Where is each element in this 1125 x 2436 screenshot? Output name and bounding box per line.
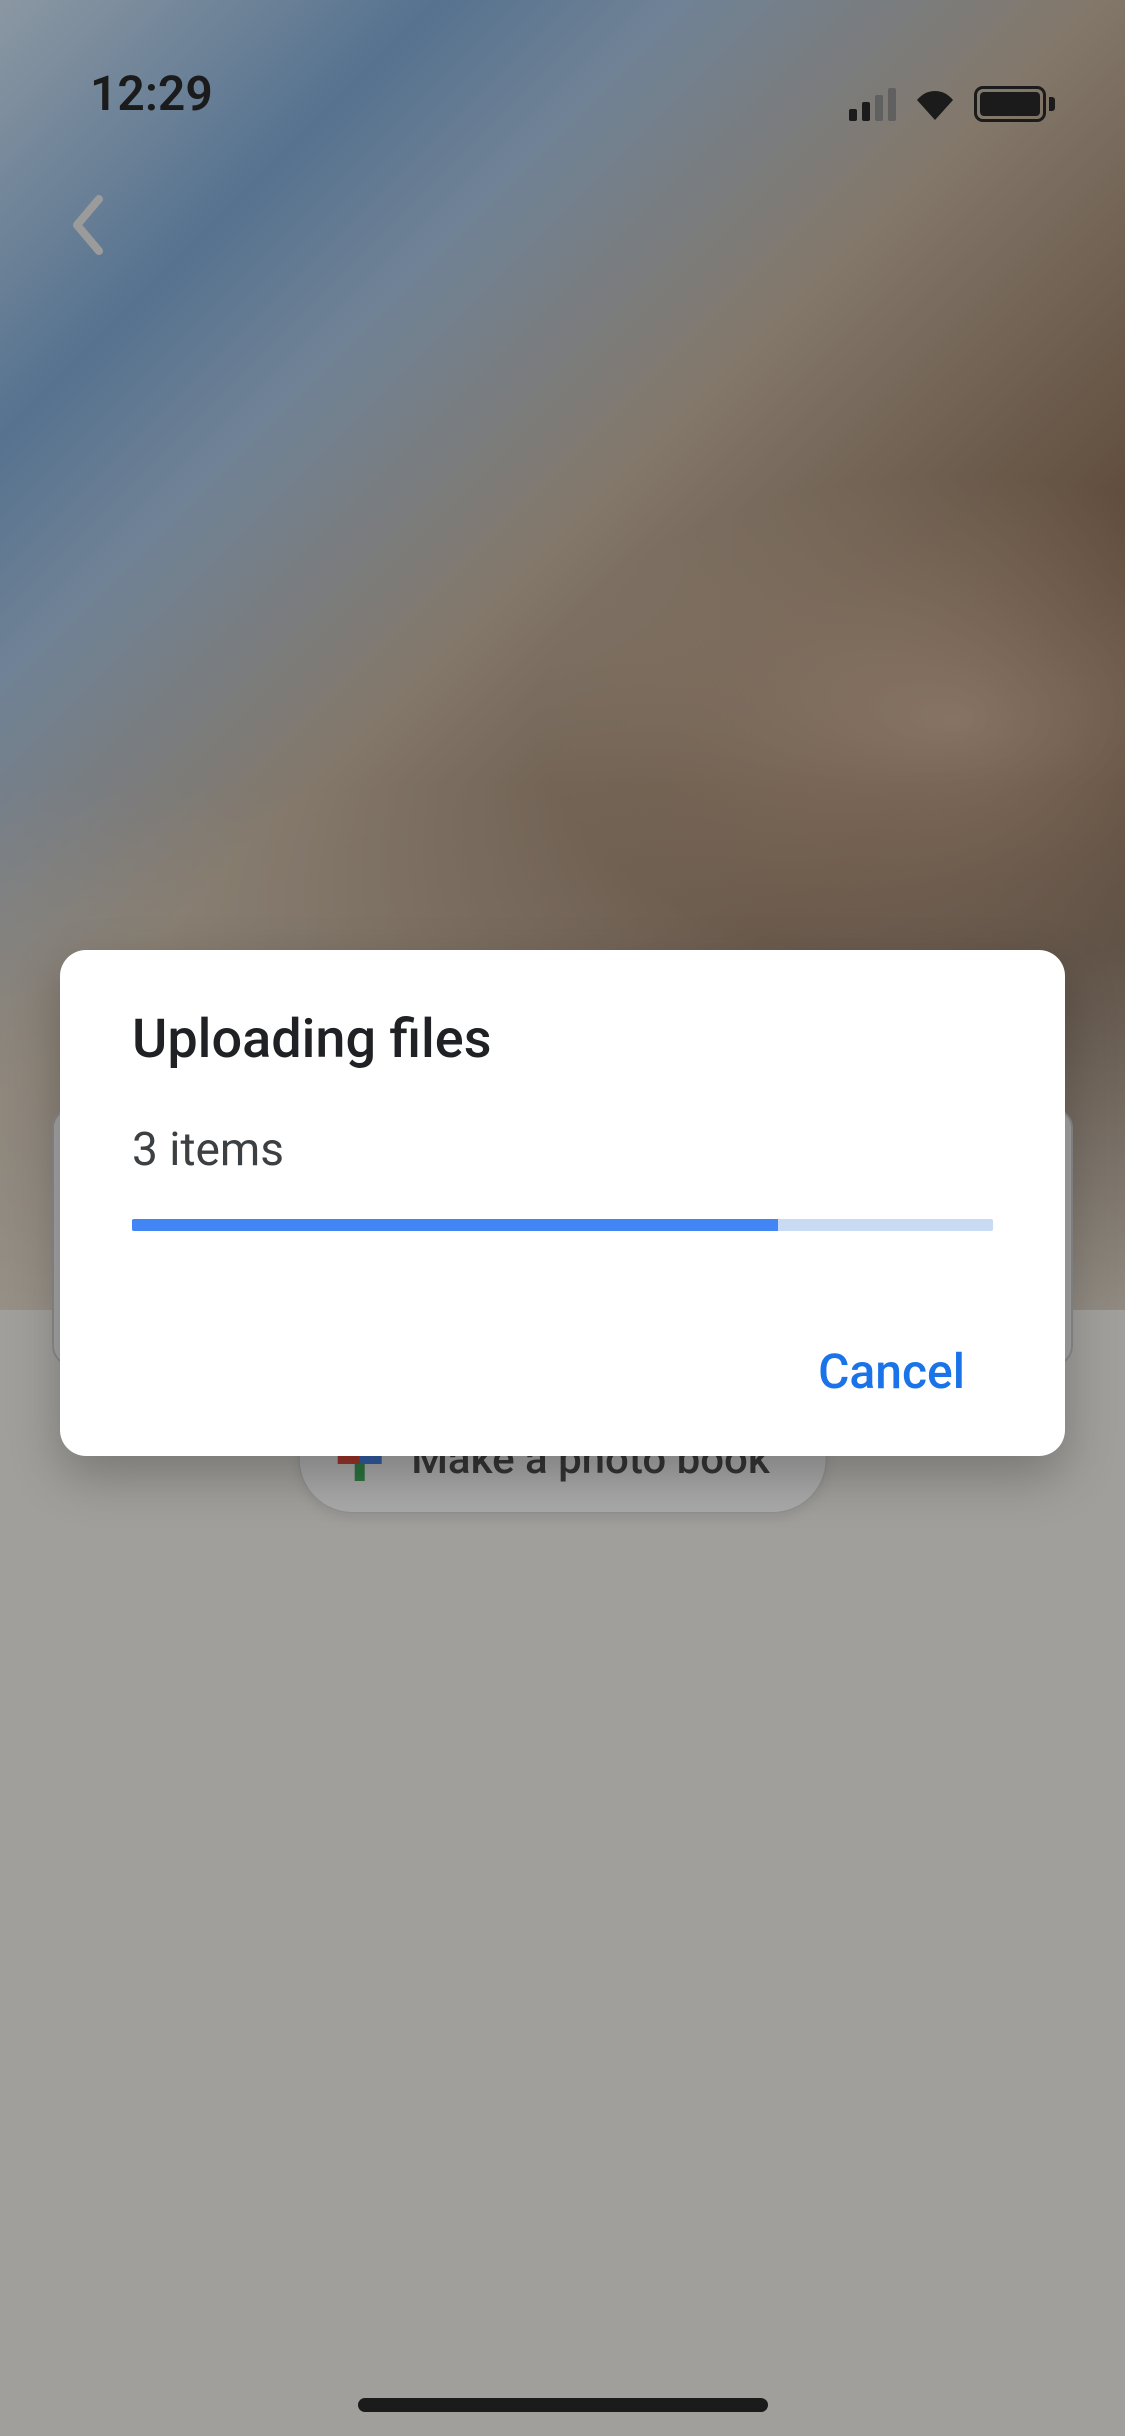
screen-root: 12:29 Photo books fr <box>0 0 1125 2436</box>
dialog-actions: Cancel <box>132 1327 993 1416</box>
upload-progress-fill <box>132 1219 778 1231</box>
dialog-items-count: 3 items <box>132 1123 993 1177</box>
upload-progress-bar <box>132 1219 993 1231</box>
upload-dialog: Uploading files 3 items Cancel <box>60 950 1065 1456</box>
cancel-button[interactable]: Cancel <box>790 1327 993 1416</box>
dialog-title: Uploading files <box>132 1008 993 1071</box>
